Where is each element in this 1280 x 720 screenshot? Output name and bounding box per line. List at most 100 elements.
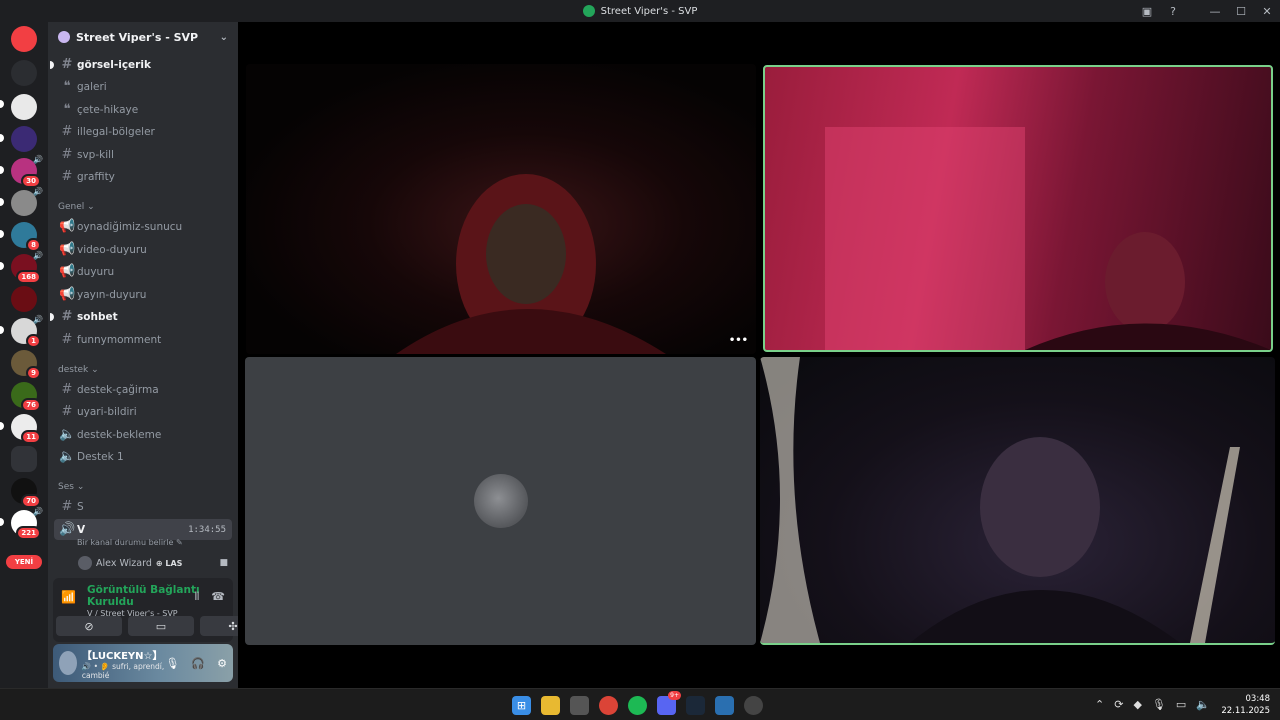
speaker-icon: 🔊	[33, 315, 43, 324]
microphone-icon[interactable]: 🎙	[165, 657, 179, 670]
user-status: 🔊 • 👂 sufri, aprendí, cambié	[81, 661, 165, 680]
minimize-button[interactable]: —	[1202, 0, 1228, 22]
headphones-icon[interactable]: 🎧	[191, 657, 205, 670]
speaker-icon: 🔊	[33, 251, 43, 260]
server-icon[interactable]	[11, 286, 37, 312]
discord-home-icon[interactable]	[11, 26, 37, 52]
channel-uyari-bildiri[interactable]: # uyari-bildiri	[54, 401, 232, 422]
category-ses[interactable]: Ses ⌄	[58, 482, 84, 492]
server-folder-icon[interactable]	[11, 446, 37, 472]
video-tile-speaking[interactable]	[763, 65, 1273, 352]
channel-label: yayın-duyuru	[77, 288, 147, 301]
category-destek[interactable]: destek ⌄	[58, 365, 99, 375]
camera-icon: ■	[219, 558, 228, 568]
channel-label: Destek 1	[77, 450, 124, 463]
store-icon[interactable]	[570, 696, 589, 715]
server-icon[interactable]: 70	[11, 478, 41, 508]
screen-share-button[interactable]: ▭	[128, 616, 194, 636]
app-icon[interactable]	[715, 696, 734, 715]
channel-galeri[interactable]: ❝ galeri	[54, 76, 232, 97]
voice-member[interactable]: Alex Wizard ⊕ LAS ■	[78, 555, 228, 571]
server-icon[interactable]: 🔊	[11, 187, 43, 216]
server-icon[interactable]: 🔊 221	[11, 507, 43, 540]
channel-label: galeri	[77, 80, 107, 93]
channel-svp-kill[interactable]: # svp-kill	[54, 144, 232, 165]
server-icon[interactable]: 11	[11, 414, 41, 444]
channel-label: graffity	[77, 170, 115, 183]
channel-yayin-duyuru[interactable]: 📢 yayın-duyuru	[54, 284, 232, 305]
spotify-icon[interactable]	[628, 696, 647, 715]
inbox-icon[interactable]: ▣	[1134, 0, 1160, 22]
channel-destek-1[interactable]: 🔈 Destek 1	[54, 446, 232, 467]
server-icon[interactable]: 🔊 30	[11, 155, 43, 188]
channel-destek-cagirma[interactable]: # destek-çağirma	[54, 379, 232, 400]
server-icon[interactable]: 9	[11, 350, 41, 380]
channel-duyuru[interactable]: 📢 duyuru	[54, 261, 232, 282]
avatar[interactable]	[59, 651, 77, 675]
channel-oynadigimiz-sunucu[interactable]: 📢 oynadiğimiz-sunucu	[54, 216, 232, 237]
clock-time: 03:48	[1245, 694, 1271, 704]
steam-icon[interactable]	[686, 696, 705, 715]
hash-icon: #	[61, 382, 73, 397]
more-options-icon[interactable]: •••	[729, 335, 748, 346]
channel-gorsel-icerik[interactable]: # görsel-içerik	[50, 54, 232, 75]
steam-tray-icon[interactable]: ◆	[1133, 698, 1141, 711]
chevron-down-icon: ⌄	[219, 31, 228, 43]
new-badge[interactable]: YENİ	[6, 555, 42, 569]
noise-suppression-icon[interactable]: ⫴	[195, 590, 200, 604]
file-explorer-icon[interactable]	[541, 696, 560, 715]
microphone-icon[interactable]: 🎙	[1152, 698, 1166, 711]
server-header[interactable]: Street Viper's - SVP ⌄	[48, 22, 238, 52]
channel-sidebar: Street Viper's - SVP ⌄ # görsel-içerik ❝…	[48, 22, 266, 688]
channel-status-prompt[interactable]: Bir kanal durumu belirle ✎	[77, 538, 183, 547]
channel-illegal-bolgeler[interactable]: # illegal-bölgeler	[54, 121, 232, 142]
mention-badge: 30	[21, 174, 41, 188]
channel-label: sohbet	[77, 310, 118, 323]
channel-label: uyari-bildiri	[77, 405, 137, 418]
channel-video-duyuru[interactable]: 📢 video-duyuru	[54, 239, 232, 260]
windows-start-icon[interactable]: ⊞	[512, 696, 531, 715]
maximize-button[interactable]: ☐	[1228, 0, 1254, 22]
channel-cete-hikaye[interactable]: ❝ çete-hikaye	[54, 99, 232, 120]
channel-funnymomment[interactable]: # funnymomment	[54, 329, 232, 350]
volume-icon[interactable]: 🔈	[1196, 698, 1210, 711]
clock-date: 22.11.2025	[1221, 706, 1270, 716]
network-icon[interactable]: ▭	[1176, 698, 1186, 711]
discord-taskbar-icon[interactable]: 9+	[657, 691, 681, 715]
server-list: 🔊 30 🔊 8 🔊 168 🔊 1 9 76 11 70 🔊 221 YENİ	[0, 22, 48, 688]
channel-label: oynadiğimiz-sunucu	[77, 220, 183, 233]
channel-sohbet[interactable]: # sohbet	[50, 306, 232, 327]
video-tile-speaking[interactable]	[760, 357, 1275, 645]
video-tile-no-camera[interactable]	[245, 357, 756, 645]
sync-icon[interactable]: ⟳	[1114, 698, 1123, 711]
mention-badge: 8	[26, 238, 41, 252]
chevron-up-icon[interactable]: ⌃	[1095, 698, 1104, 711]
voice-icon: 🔈	[59, 427, 76, 442]
server-icon[interactable]	[11, 94, 37, 120]
chrome-icon[interactable]	[599, 696, 618, 715]
channel-destek-bekleme[interactable]: 🔈 destek-bekleme	[54, 424, 232, 445]
channel-label: S	[77, 500, 84, 513]
server-icon[interactable]	[11, 60, 37, 86]
app-icon[interactable]	[744, 696, 763, 715]
help-icon[interactable]: ?	[1160, 0, 1186, 22]
category-genel[interactable]: Genel ⌄	[58, 202, 95, 212]
channel-s[interactable]: # S	[54, 496, 232, 517]
channel-graffity[interactable]: # graffity	[54, 166, 232, 187]
server-icon[interactable]: 8	[11, 222, 41, 252]
disconnect-icon[interactable]: ☎	[211, 590, 225, 604]
server-icon[interactable]: 🔊 1	[11, 315, 43, 348]
user-panel[interactable]: 【LUCKEYN☆】 🔊 • 👂 sufri, aprendí, cambié …	[53, 644, 233, 682]
channel-label: illegal-bölgeler	[77, 125, 155, 138]
server-icon[interactable]	[11, 126, 37, 152]
close-button[interactable]: ✕	[1254, 0, 1280, 22]
server-icon[interactable]: 🔊 168	[11, 251, 43, 284]
clock[interactable]: 03:48 22.11.2025	[1221, 693, 1270, 717]
settings-icon[interactable]: ⚙	[217, 657, 227, 670]
announcement-icon: 📢	[59, 264, 76, 279]
channel-v[interactable]: 🔊 V 1:34:55	[54, 519, 232, 540]
server-icon[interactable]: 76	[11, 382, 41, 412]
camera-toggle-button[interactable]: ⊘	[56, 616, 122, 636]
mention-badge: 1	[26, 334, 41, 348]
video-tile[interactable]: •••	[246, 64, 756, 354]
